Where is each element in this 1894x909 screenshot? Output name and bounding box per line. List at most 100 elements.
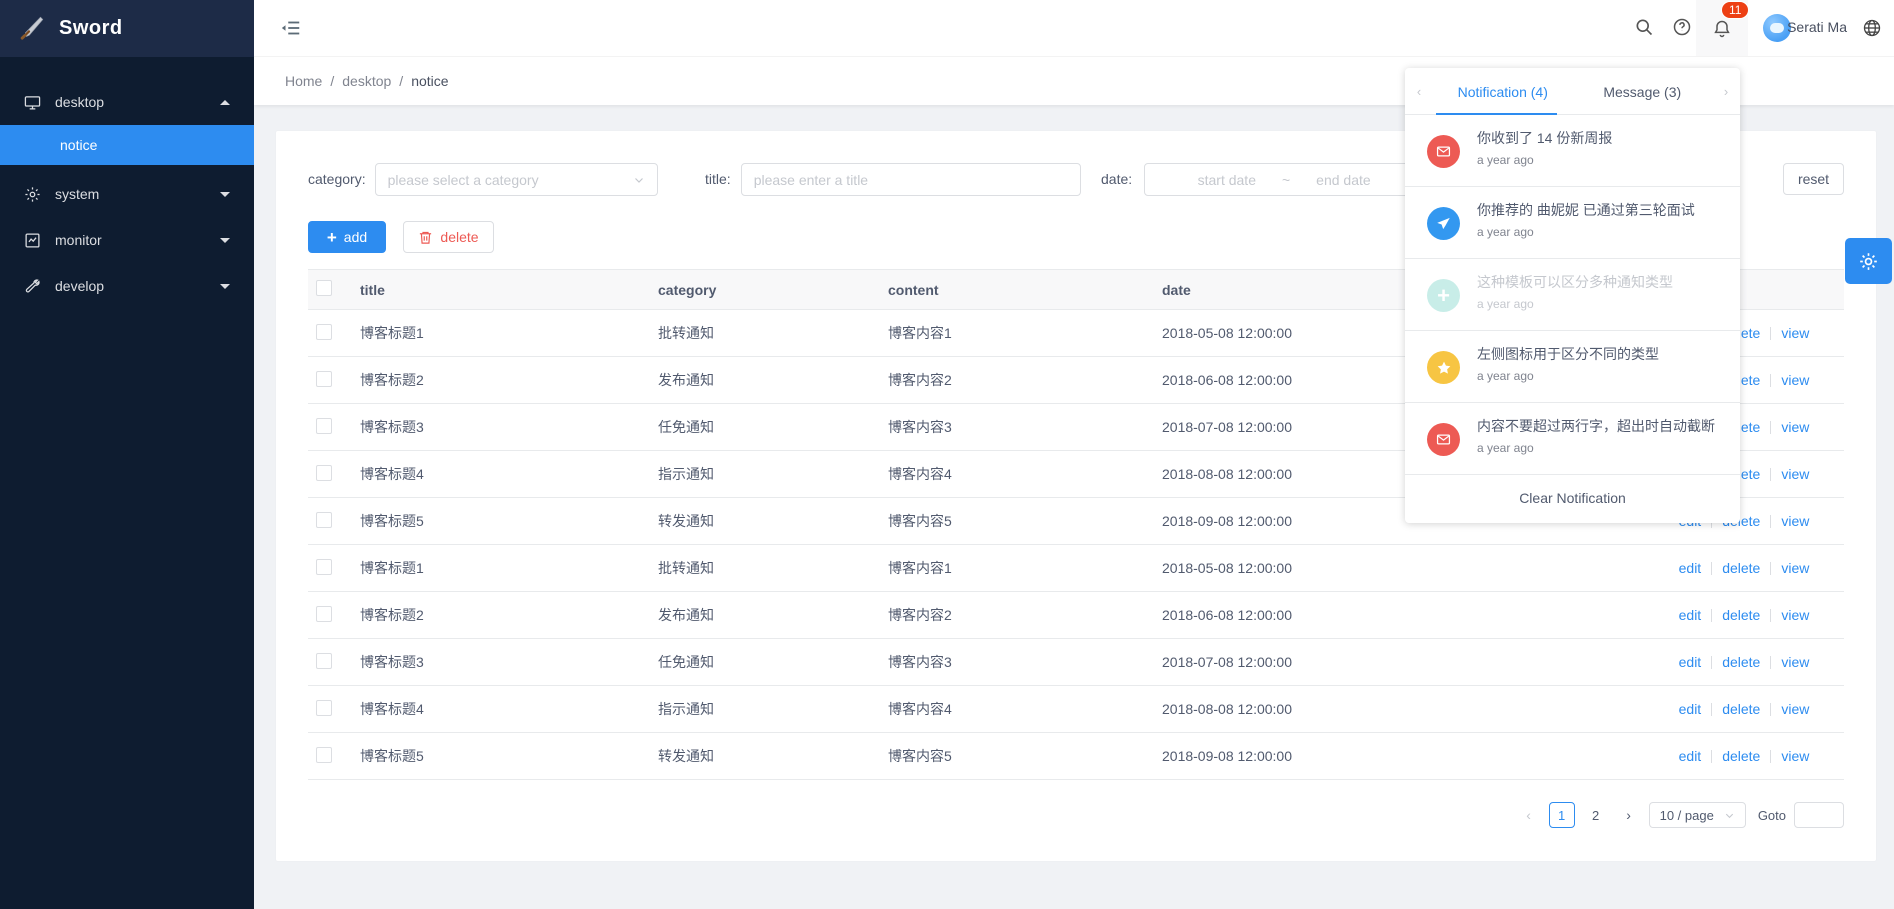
view-link[interactable]: view	[1781, 701, 1809, 717]
chevron-down-icon	[1724, 810, 1735, 821]
plus-icon: +	[327, 229, 337, 246]
mail-icon	[1427, 135, 1460, 168]
page-2-button[interactable]: 2	[1583, 802, 1609, 828]
topbar: 11 Serati Ma	[254, 0, 1894, 57]
col-title: title	[352, 270, 650, 310]
monitor-icon	[24, 94, 41, 111]
language-globe-icon[interactable]	[1862, 18, 1882, 38]
sidebar-collapse-icon[interactable]	[280, 17, 302, 39]
sidebar-item-monitor[interactable]: monitor	[0, 217, 254, 263]
breadcrumb-home[interactable]: Home	[285, 73, 322, 89]
app-logo[interactable]: Sword	[0, 0, 254, 57]
tabs-prev-icon[interactable]: ‹	[1405, 84, 1433, 99]
edit-link[interactable]: edit	[1679, 748, 1702, 764]
plus-icon: +	[1427, 279, 1460, 312]
category-select-placeholder: please select a category	[388, 172, 539, 188]
delete-link[interactable]: delete	[1722, 560, 1760, 576]
sidebar-item-label: monitor	[55, 232, 220, 248]
notifications-button[interactable]: 11	[1696, 0, 1748, 56]
add-button[interactable]: + add	[308, 221, 386, 253]
view-link[interactable]: view	[1781, 419, 1809, 435]
edit-link[interactable]: edit	[1679, 607, 1702, 623]
pagination: ‹ 1 2 › 10 / page Goto	[308, 802, 1844, 828]
bell-icon	[1712, 19, 1732, 39]
delete-link[interactable]: delete	[1722, 607, 1760, 623]
tabs-next-icon[interactable]: ›	[1712, 84, 1740, 99]
notification-item[interactable]: + 这种模板可以区分多种通知类型 a year ago	[1405, 259, 1740, 331]
view-link[interactable]: view	[1781, 466, 1809, 482]
help-icon[interactable]	[1672, 17, 1692, 37]
breadcrumb: Home/desktop/notice	[285, 73, 449, 89]
notification-item[interactable]: 左侧图标用于区分不同的类型 a year ago	[1405, 331, 1740, 403]
date-range-input[interactable]: start date ~ end date	[1144, 163, 1424, 196]
next-page-icon[interactable]: ›	[1617, 803, 1641, 827]
chevron-up-icon	[220, 100, 230, 105]
view-link[interactable]: view	[1781, 654, 1809, 670]
sidebar-item-notice[interactable]: notice	[0, 125, 254, 165]
page-size-select[interactable]: 10 / page	[1649, 802, 1746, 828]
prev-page-icon[interactable]: ‹	[1517, 803, 1541, 827]
chevron-down-icon	[220, 238, 230, 243]
view-link[interactable]: view	[1781, 325, 1809, 341]
col-content: content	[880, 270, 1154, 310]
clear-notification-button[interactable]: Clear Notification	[1405, 475, 1740, 521]
row-checkbox[interactable]	[316, 700, 332, 716]
notification-item[interactable]: 你收到了 14 份新周报 a year ago	[1405, 115, 1740, 187]
end-date-placeholder: end date	[1316, 172, 1371, 188]
goto-label: Goto	[1758, 808, 1786, 823]
sidebar-item-label: desktop	[55, 94, 220, 110]
sidebar-item-desktop[interactable]: desktop	[0, 79, 254, 125]
row-checkbox[interactable]	[316, 606, 332, 622]
notification-item[interactable]: 你推荐的 曲妮妮 已通过第三轮面试 a year ago	[1405, 187, 1740, 259]
theme-settings-button[interactable]	[1845, 238, 1892, 284]
sidebar-item-system[interactable]: system	[0, 171, 254, 217]
app-title: Sword	[59, 17, 123, 40]
delete-button[interactable]: delete	[403, 221, 494, 253]
delete-link[interactable]: delete	[1722, 748, 1760, 764]
sidebar-item-develop[interactable]: develop	[0, 263, 254, 309]
row-checkbox[interactable]	[316, 747, 332, 763]
row-checkbox[interactable]	[316, 324, 332, 340]
send-icon	[1427, 207, 1460, 240]
category-select[interactable]: please select a category	[375, 163, 658, 196]
start-date-placeholder: start date	[1198, 172, 1256, 188]
row-checkbox[interactable]	[316, 371, 332, 387]
sidebar-item-label: system	[55, 186, 220, 202]
edit-link[interactable]: edit	[1679, 701, 1702, 717]
edit-link[interactable]: edit	[1679, 560, 1702, 576]
chevron-down-icon	[633, 174, 645, 186]
edit-link[interactable]: edit	[1679, 654, 1702, 670]
goto-page-input[interactable]	[1794, 802, 1844, 828]
table-row: 博客标题5 转发通知 博客内容5 2018-09-08 12:00:00 edi…	[308, 733, 1844, 780]
row-checkbox[interactable]	[316, 465, 332, 481]
notification-item[interactable]: 内容不要超过两行字，超出时自动截断 a year ago	[1405, 403, 1740, 475]
view-link[interactable]: view	[1781, 560, 1809, 576]
title-input-field[interactable]	[754, 172, 1068, 188]
view-link[interactable]: view	[1781, 748, 1809, 764]
wrench-icon	[24, 278, 41, 295]
breadcrumb-desktop[interactable]: desktop	[342, 73, 391, 89]
search-icon[interactable]	[1634, 17, 1654, 37]
star-icon	[1427, 351, 1460, 384]
sword-logo-icon	[18, 15, 45, 42]
title-label: title:	[705, 163, 731, 196]
notification-dropdown: ‹ Notification (4) Message (3) › 你收到了 14…	[1405, 68, 1740, 523]
row-checkbox[interactable]	[316, 559, 332, 575]
view-link[interactable]: view	[1781, 372, 1809, 388]
reset-button[interactable]: reset	[1783, 163, 1844, 195]
select-all-checkbox[interactable]	[316, 280, 332, 296]
tab-message[interactable]: Message (3)	[1573, 82, 1713, 100]
row-checkbox[interactable]	[316, 418, 332, 434]
row-checkbox[interactable]	[316, 512, 332, 528]
title-input[interactable]	[741, 163, 1081, 196]
delete-link[interactable]: delete	[1722, 701, 1760, 717]
tab-notification[interactable]: Notification (4)	[1433, 82, 1573, 100]
row-checkbox[interactable]	[316, 653, 332, 669]
page-1-button[interactable]: 1	[1549, 802, 1575, 828]
chevron-down-icon	[220, 284, 230, 289]
view-link[interactable]: view	[1781, 513, 1809, 529]
view-link[interactable]: view	[1781, 607, 1809, 623]
delete-link[interactable]: delete	[1722, 654, 1760, 670]
sidebar: Sword desktop notice system	[0, 0, 254, 909]
username[interactable]: Serati Ma	[1787, 19, 1847, 35]
